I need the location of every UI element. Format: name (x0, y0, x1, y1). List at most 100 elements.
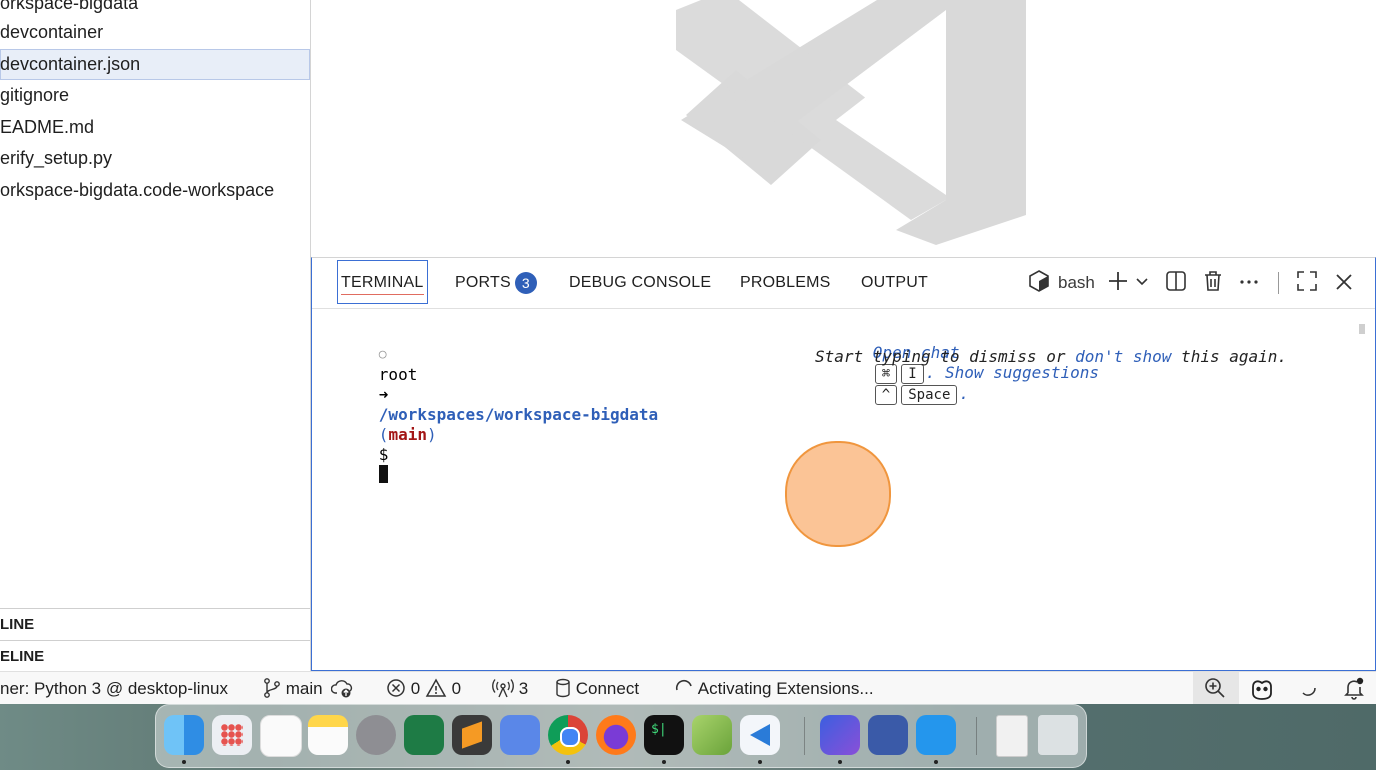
running-indicator (182, 760, 186, 764)
sublime-icon[interactable] (452, 715, 492, 755)
tree-item-label: EADME.md (0, 117, 95, 137)
settings-icon[interactable] (356, 715, 396, 755)
error-count: 0 (410, 679, 421, 698)
more-actions-button[interactable] (1239, 270, 1259, 294)
3d-cube-icon[interactable] (868, 715, 908, 755)
click-indicator (785, 441, 891, 547)
tree-item-devcontainer-folder[interactable]: devcontainer (0, 17, 310, 48)
file-icon[interactable] (996, 715, 1028, 757)
ports-indicator[interactable]: 3 (492, 672, 528, 705)
terminal-hint-line: Open chat ⌘ I. Show suggestions ^ Space. (815, 323, 1099, 425)
timeline-section-header[interactable]: ELINE (0, 640, 310, 671)
firefox-icon[interactable] (596, 715, 636, 755)
chrome-icon[interactable] (548, 715, 588, 755)
tab-label: OUTPUT (861, 274, 928, 291)
tree-item-label: gitignore (0, 85, 70, 105)
trash-icon[interactable] (1038, 715, 1078, 755)
tree-item-devcontainer-json[interactable]: devcontainer.json (0, 49, 310, 80)
tab-debug-console[interactable]: DEBUG CONSOLE (569, 272, 711, 294)
launchpad-icon[interactable] (212, 715, 252, 755)
terminal-prompt-line: ○ root ➜ /workspaces/workspace-bigdata (… (321, 323, 658, 505)
key-ctrl: ^ (874, 385, 898, 405)
vscode-icon[interactable] (740, 715, 780, 755)
remote-indicator[interactable]: ner: Python 3 @ desktop-linux (0, 672, 228, 705)
running-indicator (758, 760, 762, 764)
extension-activity[interactable]: Activating Extensions... (674, 672, 874, 705)
prompt-branch-close: ) (426, 425, 437, 444)
docker-icon[interactable] (916, 715, 956, 755)
maximize-icon (1297, 271, 1317, 291)
outline-section-header[interactable]: LINE (0, 608, 310, 640)
excel-icon[interactable] (404, 715, 444, 755)
hint-text: Start typing to dismiss or (815, 347, 1076, 366)
chevron-down-icon (1136, 278, 1148, 286)
new-terminal-button[interactable] (1108, 270, 1128, 294)
error-icon (387, 679, 405, 697)
running-indicator (934, 760, 938, 764)
terminal-cursor (378, 465, 388, 483)
plus-icon (1109, 272, 1127, 290)
tree-item-label: devcontainer.json (0, 54, 141, 74)
problems-indicator[interactable]: 0 0 (386, 672, 461, 705)
prompt-arrow: ➜ (378, 385, 389, 404)
tree-item-gitignore[interactable]: gitignore (0, 80, 310, 111)
maximize-panel-button[interactable] (1296, 270, 1318, 294)
textedit-icon[interactable] (692, 715, 732, 755)
close-panel-button[interactable] (1334, 270, 1354, 294)
key-i: I (901, 364, 924, 384)
tab-label: PROBLEMS (740, 274, 831, 291)
split-terminal-button[interactable] (1165, 270, 1187, 294)
prompt-user: root (378, 365, 418, 384)
reminders-icon[interactable] (260, 715, 302, 757)
tab-label: TERMINAL (341, 274, 424, 291)
section-label: ELINE (0, 648, 45, 665)
tree-item-label: orkspace-bigdata.code-workspace (0, 180, 275, 200)
terminal-dropdown-button[interactable] (1135, 270, 1149, 294)
bash-shell-icon (1029, 270, 1049, 292)
tree-item-readme[interactable]: EADME.md (0, 112, 310, 143)
connect-label: Connect (575, 679, 640, 698)
toolbar-divider (1278, 272, 1279, 294)
dont-show-link[interactable]: don't show (1075, 347, 1171, 366)
close-icon (1336, 274, 1352, 290)
spinner-icon (1302, 687, 1316, 696)
copilot-icon (1252, 680, 1272, 700)
network-icon[interactable] (500, 715, 540, 755)
dock: $| (155, 704, 1087, 768)
sublime-merge-icon[interactable] (820, 715, 860, 755)
warning-count: 0 (451, 679, 462, 698)
cloud-upload-icon (331, 680, 353, 698)
hint-text: this again. (1171, 347, 1288, 366)
prompt-branch-open: ( (378, 425, 389, 444)
bell-dot-icon (1344, 677, 1364, 700)
ellipsis-icon (1240, 280, 1258, 284)
ports-count: 3 (518, 679, 529, 698)
prompt-path: /workspaces/workspace-bigdata (378, 405, 659, 424)
kill-terminal-button[interactable] (1202, 270, 1224, 294)
finder-icon[interactable] (164, 715, 204, 755)
sync-status[interactable] (1298, 678, 1318, 703)
tab-output[interactable]: OUTPUT (861, 272, 928, 294)
terminal-shell-button[interactable]: bash (1029, 270, 1095, 294)
spinner-icon (675, 679, 692, 691)
database-icon (556, 678, 570, 698)
panel-header-divider (312, 308, 1375, 309)
prompt-branch: main (388, 425, 427, 444)
tree-item-code-workspace[interactable]: orkspace-bigdata.code-workspace (0, 175, 310, 206)
terminal-icon[interactable]: $| (644, 715, 684, 755)
notifications-button[interactable] (1342, 676, 1366, 705)
explorer-sidebar: orkspace-bigdata devcontainer devcontain… (0, 0, 311, 671)
tab-label: PORTS (455, 274, 511, 292)
zoom-button[interactable] (1193, 672, 1239, 705)
trash-icon (1205, 271, 1221, 291)
tab-terminal[interactable]: TERMINAL (337, 260, 428, 304)
git-branch-button[interactable]: main (263, 672, 355, 705)
notes-icon[interactable] (308, 715, 348, 755)
tab-problems[interactable]: PROBLEMS (740, 272, 831, 294)
tab-ports[interactable]: PORTS 3 (455, 272, 537, 294)
shell-label: bash (1058, 273, 1095, 292)
tree-item-verify-setup[interactable]: erify_setup.py (0, 143, 310, 174)
database-connect-button[interactable]: Connect (555, 672, 639, 705)
copilot-button[interactable] (1249, 677, 1275, 706)
prompt-symbol: $ (378, 445, 389, 464)
